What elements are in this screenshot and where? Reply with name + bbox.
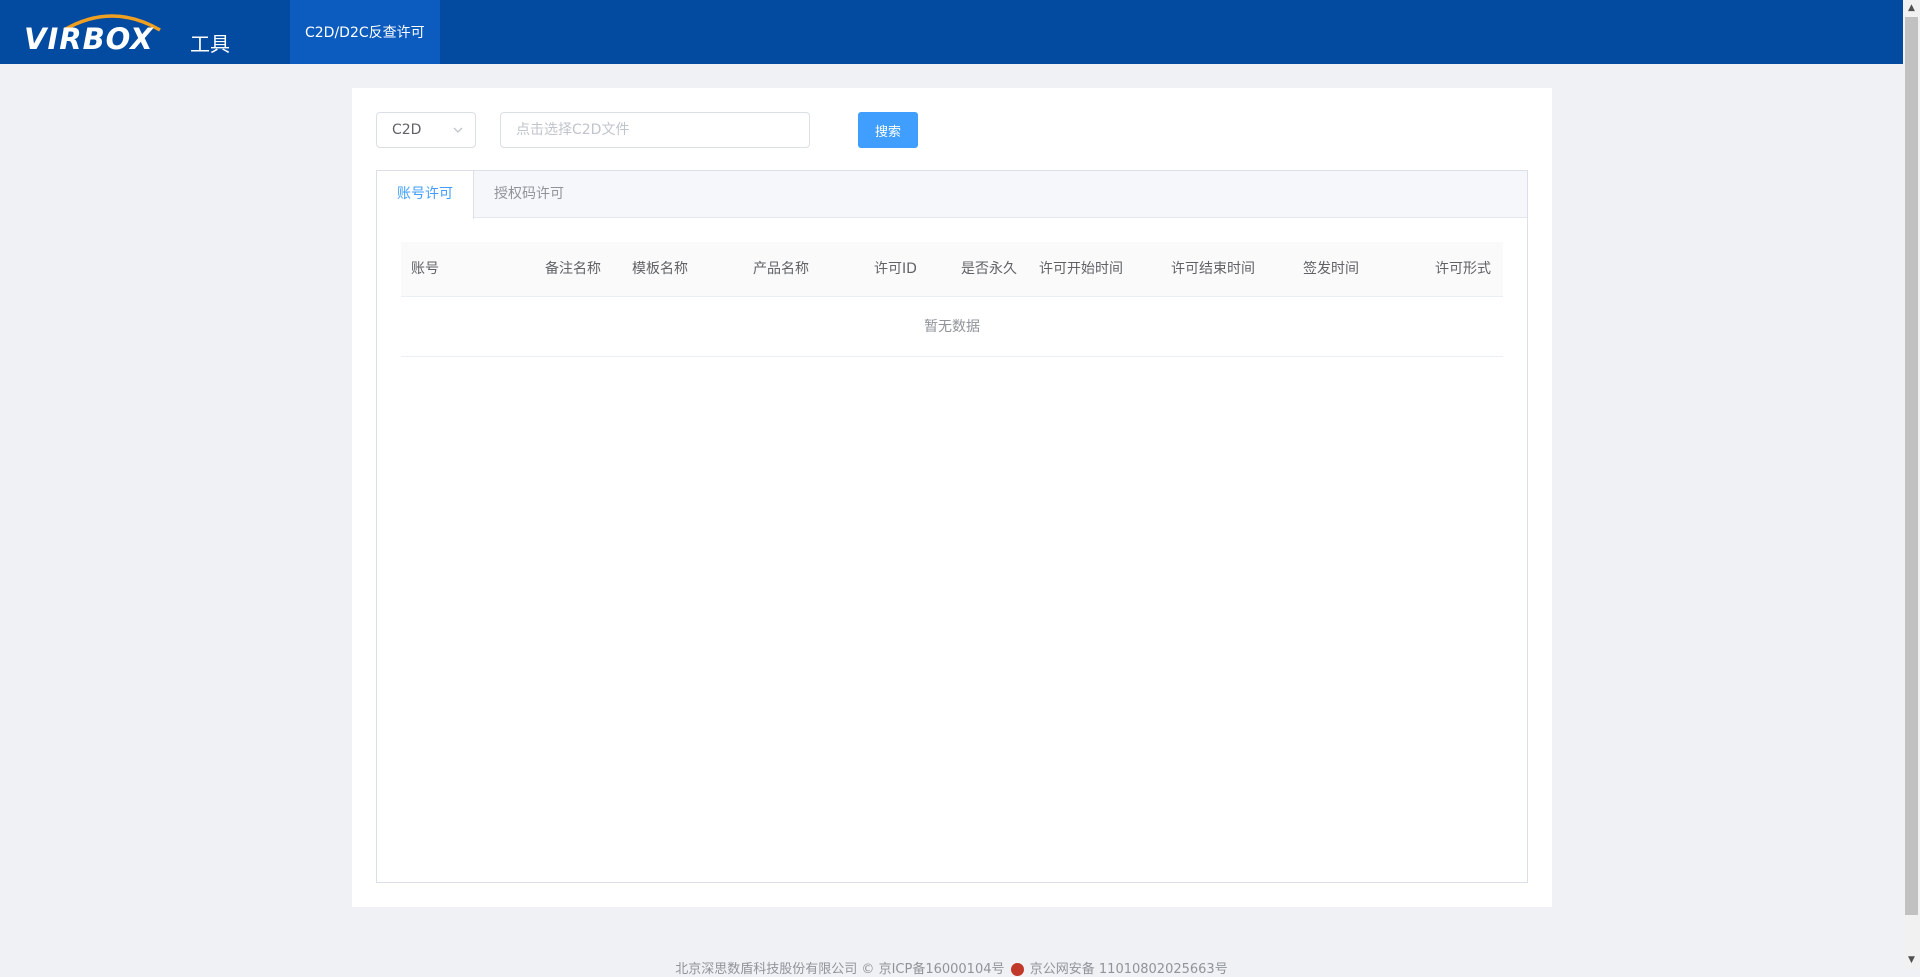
logo-suffix: 工具 (190, 32, 230, 56)
column-header-license-start-time: 许可开始时间 (1039, 261, 1123, 277)
type-select-value: C2D (392, 122, 422, 138)
column-header-product-name: 产品名称 (753, 261, 809, 277)
license-table: 账号 备注名称 模板名称 产品名称 许可ID 是否永久 许可开始时间 许可结束时… (401, 242, 1503, 357)
column-header-license-form: 许可形式 (1435, 261, 1491, 277)
column-header-account: 账号 (411, 261, 439, 277)
table-header: 账号 备注名称 模板名称 产品名称 许可ID 是否永久 许可开始时间 许可结束时… (401, 242, 1503, 297)
search-button[interactable]: 搜索 (858, 112, 918, 148)
search-row: C2D 搜索 (376, 112, 1528, 148)
tabs-panel: 账号许可 授权码许可 账号 备注名称 模板名称 产品名称 许可ID 是否永久 许… (376, 170, 1528, 883)
scrollbar-thumb[interactable] (1905, 17, 1918, 915)
c2d-file-input[interactable] (500, 112, 810, 148)
footer: 北京深思数盾科技股份有限公司 © 京ICP备16000104号 京公网安备 11… (0, 958, 1903, 977)
column-header-issue-time: 签发时间 (1303, 261, 1359, 277)
tab-account-license[interactable]: 账号许可 (377, 171, 474, 219)
column-header-license-id: 许可ID (874, 261, 917, 277)
type-select[interactable]: C2D (376, 112, 476, 148)
footer-icp[interactable]: 京ICP备16000104号 (879, 962, 1005, 977)
police-badge-icon (1010, 963, 1024, 976)
footer-police-record[interactable]: 京公网安备 11010802025663号 (1030, 962, 1228, 977)
virbox-logo[interactable]: VIRBOX 工具 (0, 0, 290, 64)
logo-text: VIRBOX (24, 22, 154, 56)
scroll-up-arrow-icon[interactable]: ▲ (1903, 0, 1920, 17)
column-header-template-name: 模板名称 (632, 261, 688, 277)
tab-auth-code-license[interactable]: 授权码许可 (474, 171, 584, 218)
tabs-header: 账号许可 授权码许可 (377, 171, 1527, 219)
main-card: C2D 搜索 账号许可 授权码许可 账号 备注名称 模板名称 产品名称 许可ID… (352, 88, 1552, 907)
vertical-scrollbar[interactable]: ▲ ▼ (1903, 0, 1920, 969)
table-empty-text: 暂无数据 (401, 297, 1503, 357)
footer-company: 北京深思数盾科技股份有限公司 © (675, 962, 875, 977)
chevron-down-icon (453, 127, 463, 133)
column-header-remark-name: 备注名称 (545, 261, 601, 277)
column-header-license-end-time: 许可结束时间 (1171, 261, 1255, 277)
scroll-down-arrow-icon[interactable]: ▼ (1903, 952, 1920, 969)
top-navigation-bar: VIRBOX 工具 C2D/D2C反查许可 (0, 0, 1903, 64)
column-header-is-permanent: 是否永久 (961, 261, 1017, 277)
nav-item-c2d-d2c-license-lookup[interactable]: C2D/D2C反查许可 (290, 0, 440, 64)
